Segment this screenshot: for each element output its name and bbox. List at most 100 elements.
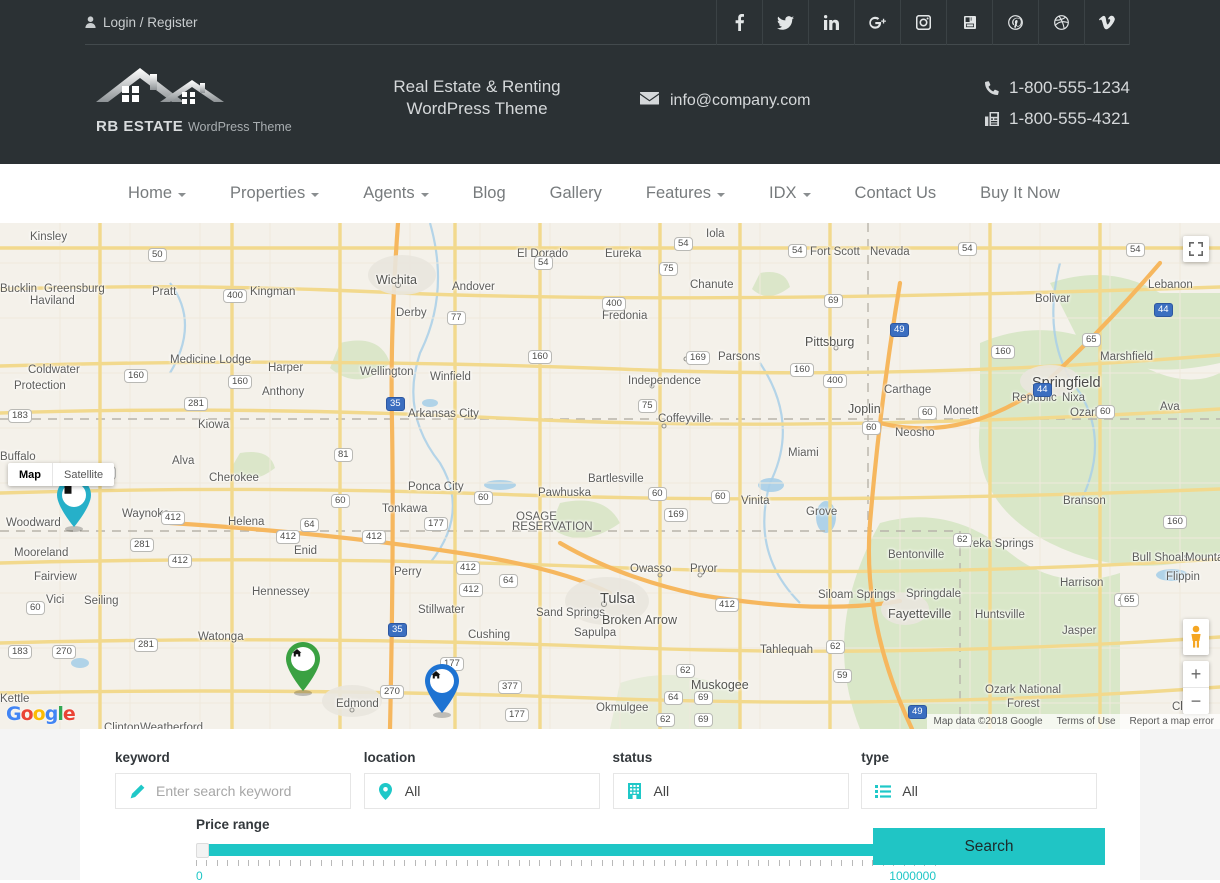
- vimeo-icon[interactable]: [1084, 0, 1130, 45]
- map-place-label: Medicine Lodge: [170, 354, 252, 366]
- zoom-out-button[interactable]: −: [1183, 687, 1209, 713]
- map-marker-home[interactable]: [283, 641, 323, 702]
- header-fax-text: 1-800-555-4321: [1009, 108, 1130, 128]
- map-place-label: Pratt: [152, 286, 177, 298]
- price-range-tick: [497, 860, 499, 866]
- nav-item-label: Buy It Now: [980, 184, 1060, 202]
- route-shield: 160: [1163, 515, 1187, 529]
- price-range-tick: [601, 860, 603, 866]
- route-shield: 65: [1082, 333, 1101, 347]
- price-range-tick: [258, 860, 260, 866]
- route-shield: 160: [790, 363, 814, 377]
- route-shield: 64: [300, 518, 319, 532]
- route-shield: 54: [788, 244, 807, 258]
- search-type-select[interactable]: All: [861, 773, 1098, 809]
- map-place-label: Fredonia: [602, 310, 648, 322]
- price-range-tick: [799, 860, 801, 866]
- map-place-label: Muskogee: [691, 678, 749, 692]
- nav-item-blog[interactable]: Blog: [451, 164, 528, 223]
- logo-name: RB ESTATE: [96, 118, 184, 135]
- search-location-select[interactable]: All: [363, 773, 600, 809]
- search-field-location: location All: [363, 750, 613, 809]
- map-zoom-control: + −: [1183, 661, 1209, 714]
- price-range-tick: [539, 860, 541, 866]
- search-status-select[interactable]: All: [612, 773, 849, 809]
- map-type-satellite-button[interactable]: Satellite: [52, 463, 114, 486]
- nav-item-contact-us[interactable]: Contact Us: [833, 164, 959, 223]
- google-plus-icon[interactable]: [854, 0, 900, 45]
- map-place-label: Siloam Springs: [818, 589, 896, 601]
- youtube-icon[interactable]: [946, 0, 992, 45]
- login-register-link[interactable]: Login / Register: [85, 15, 198, 30]
- price-range-tick: [424, 860, 426, 866]
- price-range-tick: [778, 860, 780, 866]
- map-place-label: Nevada: [870, 246, 910, 258]
- map-place-label: Huntsville: [975, 609, 1025, 621]
- logo-subtitle: WordPress Theme: [187, 120, 292, 134]
- nav-item-buy-it-now[interactable]: Buy It Now: [958, 164, 1082, 223]
- nav-item-home[interactable]: Home: [106, 164, 208, 223]
- header-fax[interactable]: 1-800-555-4321: [985, 103, 1130, 134]
- price-range-handle-min[interactable]: [196, 843, 209, 858]
- zoom-in-button[interactable]: +: [1183, 661, 1209, 687]
- facebook-icon[interactable]: [716, 0, 762, 45]
- map-place-label: Cherokee: [209, 472, 259, 484]
- map-marker-building[interactable]: [54, 477, 94, 538]
- map-place-label: Carthage: [884, 384, 932, 396]
- price-range-tick: [216, 860, 218, 866]
- route-shield: 60: [711, 490, 730, 504]
- nav-item-agents[interactable]: Agents: [341, 164, 450, 223]
- map-marker-home[interactable]: [422, 663, 462, 724]
- pinterest-icon[interactable]: [992, 0, 1038, 45]
- building-icon: [627, 783, 643, 799]
- street-view-pegman[interactable]: [1183, 619, 1209, 655]
- map-place-label: Andover: [452, 281, 495, 293]
- top-bar: Login / Register: [0, 0, 1220, 46]
- price-range-endpoints: 0 1000000: [196, 869, 936, 883]
- linkedin-icon[interactable]: [808, 0, 854, 45]
- price-range-tick: [331, 860, 333, 866]
- instagram-icon[interactable]: [900, 0, 946, 45]
- report-map-error-link[interactable]: Report a map error: [1130, 716, 1214, 727]
- search-field-value: Enter search keyword: [156, 783, 292, 799]
- nav-item-gallery[interactable]: Gallery: [528, 164, 624, 223]
- map-place-label: Helena: [228, 516, 265, 528]
- map-place-label: Bolivar: [1035, 293, 1071, 305]
- terms-of-use-link[interactable]: Terms of Use: [1057, 716, 1116, 727]
- header-phone[interactable]: 1-800-555-1234: [985, 72, 1130, 103]
- map-place-label: Bartlesville: [588, 473, 644, 485]
- route-shield: 270: [52, 645, 76, 659]
- search-keyword-input[interactable]: Enter search keyword: [115, 773, 351, 809]
- fullscreen-button[interactable]: [1183, 236, 1209, 262]
- map-place-label: Broken Arrow: [602, 613, 678, 627]
- map-place-label: Fairview: [34, 571, 77, 583]
- price-range-tick: [685, 860, 687, 866]
- route-shield: 377: [498, 680, 522, 694]
- property-map[interactable]: Kinsley Greensburg Haviland Bucklin Pratt Kin…: [0, 223, 1220, 729]
- route-shield: 35: [386, 397, 405, 411]
- price-range-tick: [768, 860, 770, 866]
- map-type-map-button[interactable]: Map: [8, 463, 52, 486]
- price-range-tick: [248, 860, 250, 866]
- dribbble-icon[interactable]: [1038, 0, 1084, 45]
- price-range-slider[interactable]: [196, 843, 936, 858]
- search-fields-row: keyword Enter search keyword location All st…: [115, 750, 1110, 809]
- map-place-label: Chanute: [690, 279, 734, 291]
- nav-item-properties[interactable]: Properties: [208, 164, 341, 223]
- route-shield: 60: [26, 601, 45, 615]
- route-shield: 412: [161, 511, 185, 525]
- route-shield: 60: [474, 491, 493, 505]
- search-button[interactable]: Search: [873, 828, 1105, 865]
- price-range-tick: [487, 860, 489, 866]
- chevron-down-icon: [802, 193, 811, 197]
- price-range-tick: [508, 860, 510, 866]
- price-range-tick: [435, 860, 437, 866]
- twitter-icon[interactable]: [762, 0, 808, 45]
- nav-item-features[interactable]: Features: [624, 164, 747, 223]
- map-place-label: Jasper: [1062, 625, 1097, 637]
- google-logo[interactable]: Google: [6, 703, 76, 725]
- header-email[interactable]: info@company.com: [640, 92, 810, 110]
- nav-item-idx[interactable]: IDX: [747, 164, 833, 223]
- pegman-icon: [1191, 625, 1201, 648]
- site-logo[interactable]: RB ESTATE WordPress Theme: [94, 62, 354, 142]
